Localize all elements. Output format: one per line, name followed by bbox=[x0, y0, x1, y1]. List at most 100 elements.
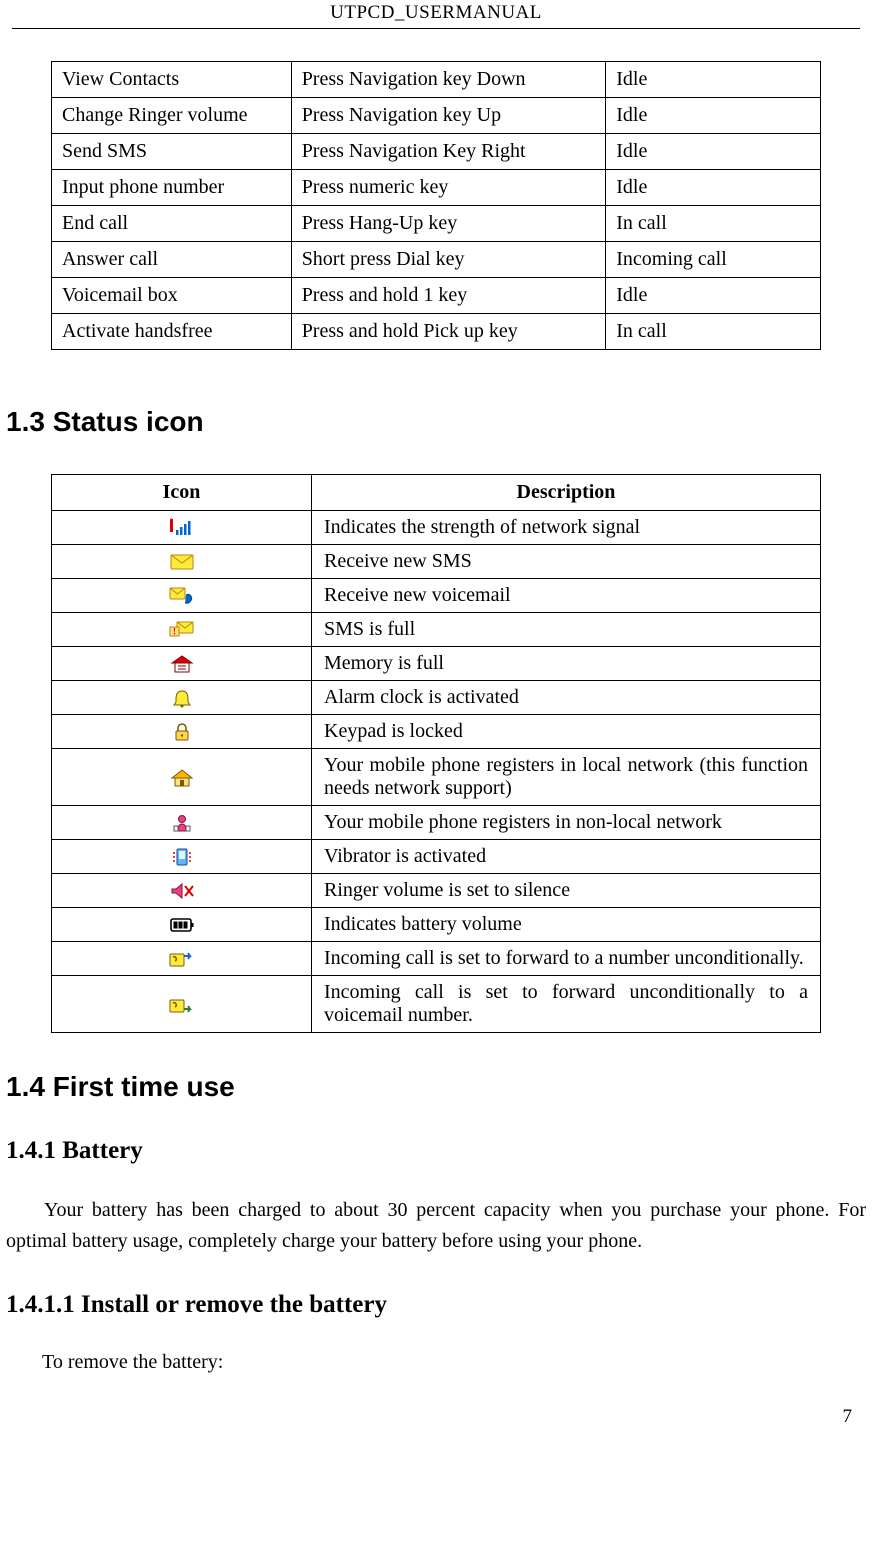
table-row: Alarm clock is activated bbox=[52, 681, 821, 715]
table-cell: Change Ringer volume bbox=[52, 98, 292, 134]
description-cell: Keypad is locked bbox=[312, 715, 821, 749]
table-cell: View Contacts bbox=[52, 62, 292, 98]
description-cell: Indicates battery volume bbox=[312, 908, 821, 942]
table-cell: Press Hang-Up key bbox=[291, 206, 606, 242]
icon-cell bbox=[52, 545, 312, 579]
table-cell: End call bbox=[52, 206, 292, 242]
vibrator-icon bbox=[168, 847, 196, 867]
table-row: Receive new SMS bbox=[52, 545, 821, 579]
description-cell: Receive new SMS bbox=[312, 545, 821, 579]
table-cell: Answer call bbox=[52, 242, 292, 278]
icon-cell bbox=[52, 942, 312, 976]
table-row: End callPress Hang-Up keyIn call bbox=[52, 206, 821, 242]
table-cell: Idle bbox=[606, 62, 821, 98]
battery-icon bbox=[168, 915, 196, 935]
description-cell: Incoming call is set to forward to a num… bbox=[312, 942, 821, 976]
table-cell: Press numeric key bbox=[291, 170, 606, 206]
icon-cell bbox=[52, 613, 312, 647]
page-number: 7 bbox=[0, 1406, 852, 1428]
new-sms-icon bbox=[168, 552, 196, 572]
icon-cell bbox=[52, 579, 312, 613]
table-row: Indicates battery volume bbox=[52, 908, 821, 942]
table-cell: Press Navigation key Down bbox=[291, 62, 606, 98]
description-cell: Incoming call is set to forward uncondit… bbox=[312, 976, 821, 1033]
table-row: Indicates the strength of network signal bbox=[52, 511, 821, 545]
table-row: Incoming call is set to forward to a num… bbox=[52, 942, 821, 976]
description-cell: Receive new voicemail bbox=[312, 579, 821, 613]
table-row: Send SMSPress Navigation Key RightIdle bbox=[52, 134, 821, 170]
icon-cell bbox=[52, 511, 312, 545]
silence-icon bbox=[168, 881, 196, 901]
table-cell: Send SMS bbox=[52, 134, 292, 170]
description-cell: Memory is full bbox=[312, 647, 821, 681]
table-row: Voicemail boxPress and hold 1 keyIdle bbox=[52, 278, 821, 314]
new-voicemail-icon bbox=[168, 586, 196, 606]
icons-table-header-row: Icon Description bbox=[52, 475, 821, 511]
document-header: UTPCD_USERMANUAL bbox=[0, 0, 872, 28]
table-cell: Input phone number bbox=[52, 170, 292, 206]
table-cell: Incoming call bbox=[606, 242, 821, 278]
icon-cell bbox=[52, 749, 312, 806]
description-cell: Your mobile phone registers in local net… bbox=[312, 749, 821, 806]
table-row: Receive new voicemail bbox=[52, 579, 821, 613]
icon-cell bbox=[52, 874, 312, 908]
icon-cell bbox=[52, 976, 312, 1033]
icon-cell bbox=[52, 681, 312, 715]
table-row: Change Ringer volumePress Navigation key… bbox=[52, 98, 821, 134]
icons-header-icon: Icon bbox=[52, 475, 312, 511]
alarm-clock-icon bbox=[168, 688, 196, 708]
table-cell: Press and hold 1 key bbox=[291, 278, 606, 314]
table-cell: Idle bbox=[606, 170, 821, 206]
icons-header-description: Description bbox=[312, 475, 821, 511]
remove-battery-line: To remove the battery: bbox=[42, 1347, 866, 1378]
icon-cell bbox=[52, 715, 312, 749]
table-cell: In call bbox=[606, 314, 821, 350]
description-cell: Indicates the strength of network signal bbox=[312, 511, 821, 545]
page: UTPCD_USERMANUAL View ContactsPress Navi… bbox=[0, 0, 872, 1458]
table-row: SMS is full bbox=[52, 613, 821, 647]
table-cell: Short press Dial key bbox=[291, 242, 606, 278]
table-row: Ringer volume is set to silence bbox=[52, 874, 821, 908]
heading-first-time-use: 1.4 First time use bbox=[6, 1071, 872, 1103]
forward-voicemail-icon bbox=[168, 995, 196, 1015]
keypad-locked-icon bbox=[168, 722, 196, 742]
actions-table: View ContactsPress Navigation key DownId… bbox=[51, 61, 821, 350]
icon-cell bbox=[52, 908, 312, 942]
local-network-icon bbox=[168, 768, 196, 788]
description-cell: Vibrator is activated bbox=[312, 840, 821, 874]
table-cell: Idle bbox=[606, 98, 821, 134]
table-cell: Idle bbox=[606, 278, 821, 314]
non-local-network-icon bbox=[168, 813, 196, 833]
table-row: Activate handsfreePress and hold Pick up… bbox=[52, 314, 821, 350]
table-cell: Activate handsfree bbox=[52, 314, 292, 350]
table-cell: In call bbox=[606, 206, 821, 242]
icon-cell bbox=[52, 840, 312, 874]
battery-paragraph: Your battery has been charged to about 3… bbox=[6, 1195, 866, 1257]
table-cell: Press Navigation Key Right bbox=[291, 134, 606, 170]
forward-number-icon bbox=[168, 949, 196, 969]
heading-status-icon: 1.3 Status icon bbox=[6, 406, 872, 438]
description-cell: Alarm clock is activated bbox=[312, 681, 821, 715]
table-row: Your mobile phone registers in non-local… bbox=[52, 806, 821, 840]
table-row: Keypad is locked bbox=[52, 715, 821, 749]
table-cell: Voicemail box bbox=[52, 278, 292, 314]
table-row: Your mobile phone registers in local net… bbox=[52, 749, 821, 806]
description-cell: SMS is full bbox=[312, 613, 821, 647]
table-row: Vibrator is activated bbox=[52, 840, 821, 874]
heading-battery: 1.4.1 Battery bbox=[6, 1137, 872, 1165]
memory-full-icon bbox=[168, 654, 196, 674]
icon-cell bbox=[52, 647, 312, 681]
sms-full-icon bbox=[168, 620, 196, 640]
table-cell: Press Navigation key Up bbox=[291, 98, 606, 134]
table-cell: Press and hold Pick up key bbox=[291, 314, 606, 350]
header-rule bbox=[12, 28, 860, 29]
description-cell: Your mobile phone registers in non-local… bbox=[312, 806, 821, 840]
heading-install-remove-battery: 1.4.1.1 Install or remove the battery bbox=[6, 1291, 872, 1319]
table-cell: Idle bbox=[606, 134, 821, 170]
icon-cell bbox=[52, 806, 312, 840]
icons-table: Icon Description Indicates the strength … bbox=[51, 474, 821, 1033]
table-row: Incoming call is set to forward uncondit… bbox=[52, 976, 821, 1033]
signal-strength-icon bbox=[168, 518, 196, 538]
table-row: Answer callShort press Dial keyIncoming … bbox=[52, 242, 821, 278]
description-cell: Ringer volume is set to silence bbox=[312, 874, 821, 908]
